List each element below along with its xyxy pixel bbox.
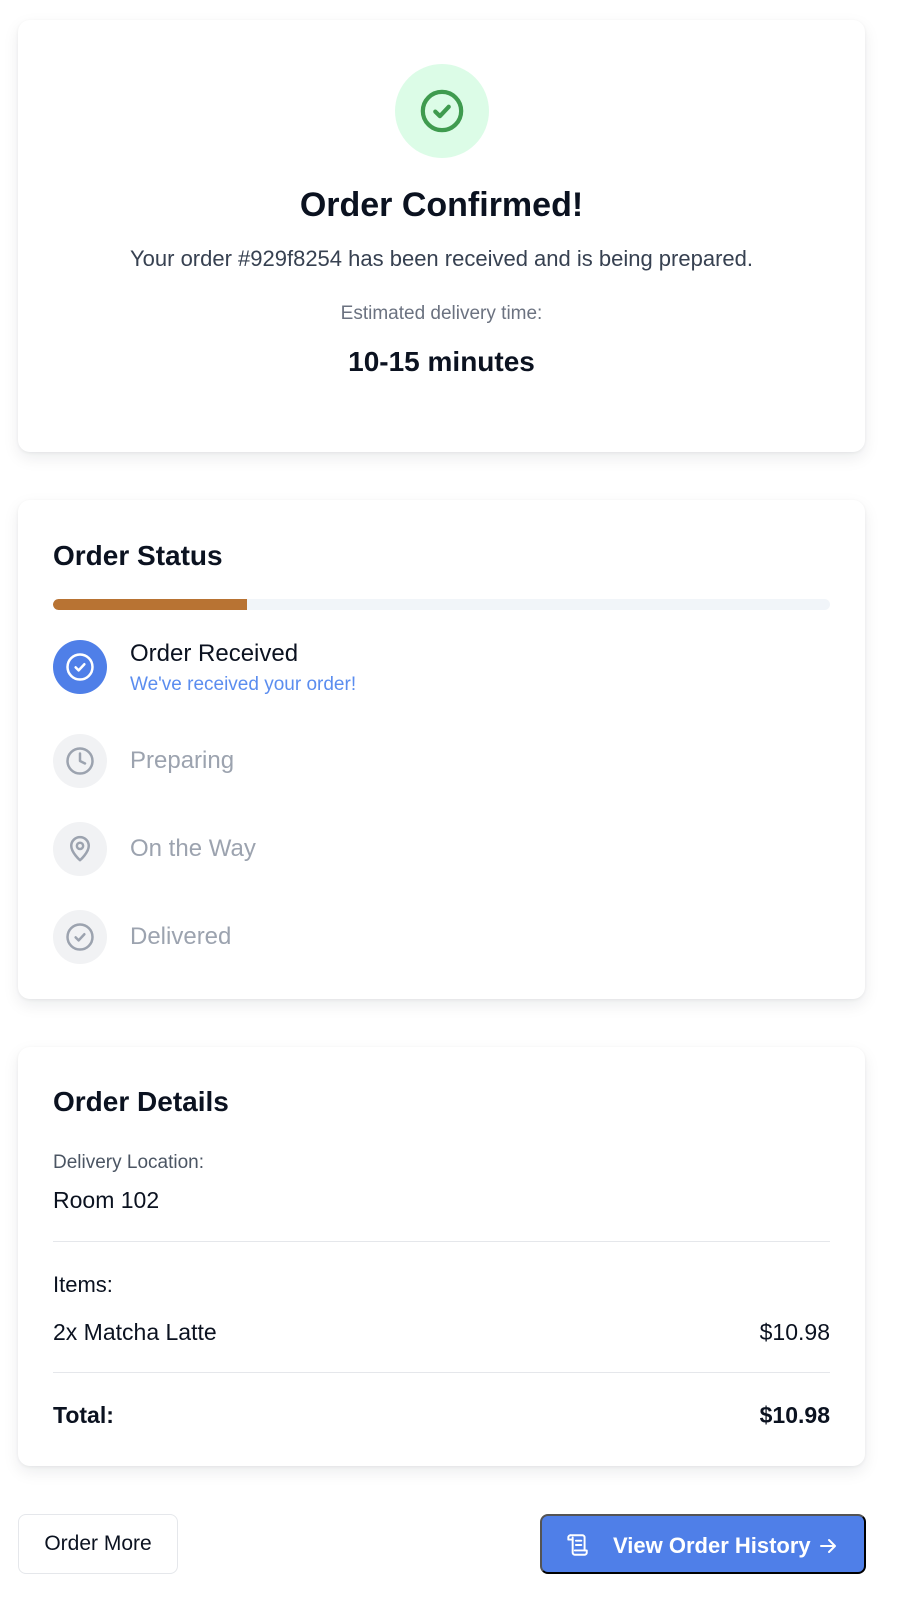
step-label: On the Way <box>130 835 256 862</box>
eta-label: Estimated delivery time: <box>340 303 543 324</box>
order-details-card: Order Details Delivery Location: Room 10… <box>18 1047 865 1466</box>
step-icon-badge <box>53 822 107 876</box>
total-label: Total: <box>53 1402 114 1428</box>
total-value: $10.98 <box>759 1402 830 1428</box>
status-step-delivered: Delivered <box>53 910 753 964</box>
check-circle-icon <box>420 89 464 133</box>
check-circle-icon <box>66 923 94 951</box>
view-order-history-button[interactable]: View Order History <box>540 1514 866 1574</box>
delivery-location-value: Room 102 <box>53 1187 160 1213</box>
status-step-on-the-way: On the Way <box>53 822 753 876</box>
confirmation-card: Order Confirmed! Your order #929f8254 ha… <box>18 20 865 452</box>
order-more-button[interactable]: Order More <box>18 1514 178 1574</box>
divider <box>53 1241 830 1242</box>
order-status-card: Order Status Order Received We've receiv… <box>18 500 865 999</box>
item-name: 2x Matcha Latte <box>53 1319 217 1345</box>
items-label: Items: <box>53 1272 113 1297</box>
clock-icon <box>66 747 94 775</box>
progress-bar <box>53 599 830 610</box>
check-circle-icon <box>66 653 94 681</box>
progress-fill <box>53 599 248 610</box>
step-label: Delivered <box>130 923 232 950</box>
item-price: $10.98 <box>759 1319 830 1345</box>
step-icon-badge <box>53 640 107 694</box>
confirmation-message: Your order #929f8254 has been received a… <box>130 246 753 271</box>
step-label: Order Received <box>130 640 299 667</box>
divider <box>53 1372 830 1373</box>
order-status-title: Order Status <box>53 540 223 571</box>
list-item: 2x Matcha Latte $10.98 <box>53 1319 830 1346</box>
status-step-preparing: Preparing <box>53 734 753 788</box>
receipt-icon <box>564 1532 590 1564</box>
order-details-title: Order Details <box>53 1086 229 1117</box>
status-step-order-received: Order Received We've received your order… <box>53 640 753 695</box>
delivery-location-label: Delivery Location: <box>53 1152 205 1173</box>
view-order-history-label: View Order History <box>613 1533 811 1558</box>
step-label: Preparing <box>130 747 235 774</box>
eta-value: 10-15 minutes <box>348 346 535 377</box>
total-row: Total: $10.98 <box>53 1402 830 1429</box>
step-icon-badge <box>53 734 107 788</box>
confirmation-title: Order Confirmed! <box>299 186 584 224</box>
map-pin-icon <box>70 835 90 862</box>
step-icon-badge <box>53 910 107 964</box>
order-confirmation-page: Order Confirmed! Your order #929f8254 ha… <box>0 0 918 1598</box>
success-badge <box>395 64 489 158</box>
arrow-right-icon <box>816 1534 840 1564</box>
step-subtitle: We've received your order! <box>130 674 357 695</box>
